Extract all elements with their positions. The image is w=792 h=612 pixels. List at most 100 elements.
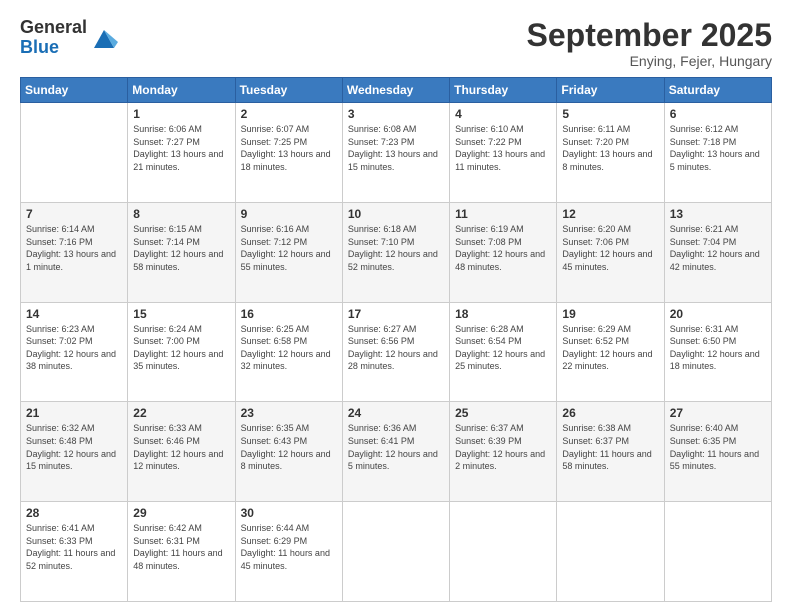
day-number: 23 bbox=[241, 406, 337, 420]
day-number: 21 bbox=[26, 406, 122, 420]
calendar-cell: 13Sunrise: 6:21 AMSunset: 7:04 PMDayligh… bbox=[664, 202, 771, 302]
day-number: 7 bbox=[26, 207, 122, 221]
logo-icon bbox=[90, 24, 118, 52]
col-sunday: Sunday bbox=[21, 78, 128, 103]
calendar-cell: 18Sunrise: 6:28 AMSunset: 6:54 PMDayligh… bbox=[450, 302, 557, 402]
col-thursday: Thursday bbox=[450, 78, 557, 103]
day-info: Sunrise: 6:06 AMSunset: 7:27 PMDaylight:… bbox=[133, 123, 229, 173]
day-info: Sunrise: 6:23 AMSunset: 7:02 PMDaylight:… bbox=[26, 323, 122, 373]
calendar-cell: 17 Sunrise: 6:27 AMSunset: 6:56 PMDayligh… bbox=[342, 302, 449, 402]
day-number: 8 bbox=[133, 207, 229, 221]
week-row-5: 28Sunrise: 6:41 AMSunset: 6:33 PMDayligh… bbox=[21, 502, 772, 602]
day-info: Sunrise: 6:35 AMSunset: 6:43 PMDaylight:… bbox=[241, 422, 337, 472]
calendar-cell: 26 Sunrise: 6:38 AMSunset: 6:37 PMDayligh… bbox=[557, 402, 664, 502]
calendar-cell: 2 Sunrise: 6:07 AMSunset: 7:25 PMDaylight… bbox=[235, 103, 342, 203]
calendar-cell: 16 Sunrise: 6:25 AMSunset: 6:58 PMDayligh… bbox=[235, 302, 342, 402]
logo-general: General bbox=[20, 18, 87, 38]
day-number: 2 bbox=[241, 107, 337, 121]
day-info: Sunrise: 6:14 AMSunset: 7:16 PMDaylight:… bbox=[26, 223, 122, 273]
day-info: Sunrise: 6:10 AMSunset: 7:22 PMDaylight:… bbox=[455, 123, 551, 173]
logo-text: General Blue bbox=[20, 18, 87, 58]
calendar-cell: 22Sunrise: 6:33 AMSunset: 6:46 PMDayligh… bbox=[128, 402, 235, 502]
day-number: 14 bbox=[26, 307, 122, 321]
day-number: 27 bbox=[670, 406, 766, 420]
calendar-cell bbox=[664, 502, 771, 602]
calendar-cell: 14 Sunrise: 6:23 AMSunset: 7:02 PMDayligh… bbox=[21, 302, 128, 402]
day-info: Sunrise: 6:07 AMSunset: 7:25 PMDaylight:… bbox=[241, 123, 337, 173]
day-info: Sunrise: 6:08 AMSunset: 7:23 PMDaylight:… bbox=[348, 123, 444, 173]
header: General Blue September 2025 Enying, Feje… bbox=[20, 18, 772, 69]
day-info: Sunrise: 6:16 AMSunset: 7:12 PMDaylight:… bbox=[241, 223, 337, 273]
calendar-cell: 27 Sunrise: 6:40 AMSunset: 6:35 PMDayligh… bbox=[664, 402, 771, 502]
month-title: September 2025 bbox=[527, 18, 772, 53]
calendar-cell: 1Sunrise: 6:06 AMSunset: 7:27 PMDaylight… bbox=[128, 103, 235, 203]
day-number: 22 bbox=[133, 406, 229, 420]
weekday-header-row: Sunday Monday Tuesday Wednesday Thursday… bbox=[21, 78, 772, 103]
calendar-cell bbox=[557, 502, 664, 602]
day-info: Sunrise: 6:31 AMSunset: 6:50 PMDaylight:… bbox=[670, 323, 766, 373]
day-info: Sunrise: 6:32 AMSunset: 6:48 PMDaylight:… bbox=[26, 422, 122, 472]
day-info: Sunrise: 6:18 AMSunset: 7:10 PMDaylight:… bbox=[348, 223, 444, 273]
day-info: Sunrise: 6:38 AMSunset: 6:37 PMDaylight:… bbox=[562, 422, 658, 472]
day-number: 3 bbox=[348, 107, 444, 121]
day-number: 26 bbox=[562, 406, 658, 420]
calendar-cell: 7 Sunrise: 6:14 AMSunset: 7:16 PMDaylight… bbox=[21, 202, 128, 302]
calendar-cell: 19 Sunrise: 6:29 AMSunset: 6:52 PMDayligh… bbox=[557, 302, 664, 402]
day-info: Sunrise: 6:25 AMSunset: 6:58 PMDaylight:… bbox=[241, 323, 337, 373]
calendar-cell: 20 Sunrise: 6:31 AMSunset: 6:50 PMDayligh… bbox=[664, 302, 771, 402]
calendar-cell: 11 Sunrise: 6:19 AMSunset: 7:08 PMDayligh… bbox=[450, 202, 557, 302]
day-number: 12 bbox=[562, 207, 658, 221]
day-info: Sunrise: 6:19 AMSunset: 7:08 PMDaylight:… bbox=[455, 223, 551, 273]
day-number: 19 bbox=[562, 307, 658, 321]
calendar-cell: 9 Sunrise: 6:16 AMSunset: 7:12 PMDaylight… bbox=[235, 202, 342, 302]
day-number: 6 bbox=[670, 107, 766, 121]
logo: General Blue bbox=[20, 18, 118, 58]
day-info: Sunrise: 6:15 AMSunset: 7:14 PMDaylight:… bbox=[133, 223, 229, 273]
col-friday: Friday bbox=[557, 78, 664, 103]
calendar-cell: 5Sunrise: 6:11 AMSunset: 7:20 PMDaylight… bbox=[557, 103, 664, 203]
day-info: Sunrise: 6:12 AMSunset: 7:18 PMDaylight:… bbox=[670, 123, 766, 173]
calendar-cell: 29 Sunrise: 6:42 AMSunset: 6:31 PMDayligh… bbox=[128, 502, 235, 602]
calendar-cell: 21 Sunrise: 6:32 AMSunset: 6:48 PMDayligh… bbox=[21, 402, 128, 502]
page: General Blue September 2025 Enying, Feje… bbox=[0, 0, 792, 612]
day-info: Sunrise: 6:29 AMSunset: 6:52 PMDaylight:… bbox=[562, 323, 658, 373]
day-info: Sunrise: 6:24 AMSunset: 7:00 PMDaylight:… bbox=[133, 323, 229, 373]
calendar-cell: 15 Sunrise: 6:24 AMSunset: 7:00 PMDayligh… bbox=[128, 302, 235, 402]
calendar-cell: 28Sunrise: 6:41 AMSunset: 6:33 PMDayligh… bbox=[21, 502, 128, 602]
day-info: Sunrise: 6:27 AMSunset: 6:56 PMDaylight:… bbox=[348, 323, 444, 373]
calendar-cell: 6 Sunrise: 6:12 AMSunset: 7:18 PMDaylight… bbox=[664, 103, 771, 203]
week-row-1: 1Sunrise: 6:06 AMSunset: 7:27 PMDaylight… bbox=[21, 103, 772, 203]
calendar-cell: 8 Sunrise: 6:15 AMSunset: 7:14 PMDaylight… bbox=[128, 202, 235, 302]
day-number: 10 bbox=[348, 207, 444, 221]
calendar-cell: 12Sunrise: 6:20 AMSunset: 7:06 PMDayligh… bbox=[557, 202, 664, 302]
col-tuesday: Tuesday bbox=[235, 78, 342, 103]
day-info: Sunrise: 6:28 AMSunset: 6:54 PMDaylight:… bbox=[455, 323, 551, 373]
calendar-cell: 3 Sunrise: 6:08 AMSunset: 7:23 PMDaylight… bbox=[342, 103, 449, 203]
day-number: 15 bbox=[133, 307, 229, 321]
calendar-cell bbox=[450, 502, 557, 602]
week-row-3: 14 Sunrise: 6:23 AMSunset: 7:02 PMDayligh… bbox=[21, 302, 772, 402]
day-number: 25 bbox=[455, 406, 551, 420]
day-number: 11 bbox=[455, 207, 551, 221]
day-number: 17 bbox=[348, 307, 444, 321]
day-info: Sunrise: 6:42 AMSunset: 6:31 PMDaylight:… bbox=[133, 522, 229, 572]
day-number: 28 bbox=[26, 506, 122, 520]
day-info: Sunrise: 6:37 AMSunset: 6:39 PMDaylight:… bbox=[455, 422, 551, 472]
day-number: 16 bbox=[241, 307, 337, 321]
calendar-cell: 25 Sunrise: 6:37 AMSunset: 6:39 PMDayligh… bbox=[450, 402, 557, 502]
day-number: 9 bbox=[241, 207, 337, 221]
day-number: 24 bbox=[348, 406, 444, 420]
day-info: Sunrise: 6:44 AMSunset: 6:29 PMDaylight:… bbox=[241, 522, 337, 572]
day-info: Sunrise: 6:40 AMSunset: 6:35 PMDaylight:… bbox=[670, 422, 766, 472]
day-number: 29 bbox=[133, 506, 229, 520]
col-monday: Monday bbox=[128, 78, 235, 103]
day-info: Sunrise: 6:11 AMSunset: 7:20 PMDaylight:… bbox=[562, 123, 658, 173]
col-wednesday: Wednesday bbox=[342, 78, 449, 103]
week-row-4: 21 Sunrise: 6:32 AMSunset: 6:48 PMDayligh… bbox=[21, 402, 772, 502]
calendar-cell: 10 Sunrise: 6:18 AMSunset: 7:10 PMDayligh… bbox=[342, 202, 449, 302]
day-number: 30 bbox=[241, 506, 337, 520]
calendar-cell: 23 Sunrise: 6:35 AMSunset: 6:43 PMDayligh… bbox=[235, 402, 342, 502]
day-number: 20 bbox=[670, 307, 766, 321]
location-subtitle: Enying, Fejer, Hungary bbox=[527, 53, 772, 69]
week-row-2: 7 Sunrise: 6:14 AMSunset: 7:16 PMDaylight… bbox=[21, 202, 772, 302]
